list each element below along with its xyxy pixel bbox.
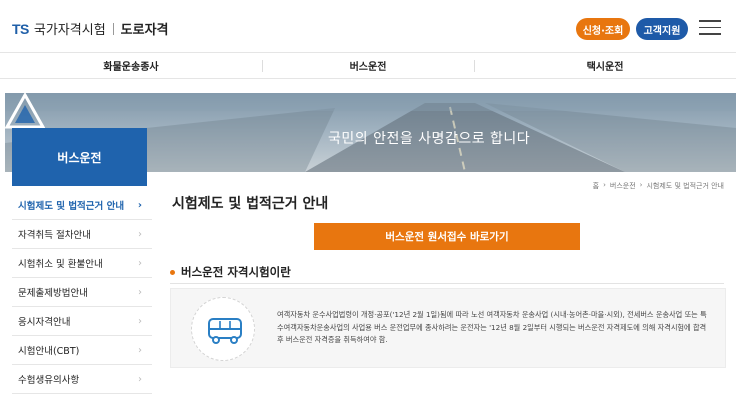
chevron-right-icon: › — [138, 374, 142, 385]
section-divider — [170, 283, 724, 284]
logo-subtitle: 도로자격 — [120, 23, 169, 38]
description-text: 여객자동차 운수사업법령이 개정·공포('12년 2월 1일)됨에 따라 노선 … — [277, 310, 707, 344]
sidebar-item-label: 시험취소 및 환불안내 — [18, 259, 103, 270]
logo-name: 국가자격시험 — [33, 23, 106, 38]
sidebar-item-label: 시험제도 및 법적근거 안내 — [18, 201, 125, 212]
logo-divider — [112, 22, 114, 35]
site-logo[interactable]: TS 국가자격시험 도로자격 — [12, 19, 169, 39]
hamburger-icon[interactable] — [699, 20, 721, 36]
bus-icon-badge — [191, 297, 255, 361]
chevron-right-icon: › — [138, 258, 142, 269]
triangle-logo-icon — [5, 93, 45, 129]
sidebar-item-refund[interactable]: 시험취소 및 환불안내 › — [12, 249, 152, 278]
bullet-dot-icon — [170, 269, 175, 275]
info-box: 여객자동차 운수사업법령이 개정·공포('12년 2월 1일)됨에 따라 노선 … — [170, 288, 726, 368]
chevron-right-icon: › — [137, 200, 142, 211]
logo-mark: TS — [12, 20, 29, 37]
breadcrumb-separator: › — [603, 181, 606, 189]
breadcrumb-current: 시험제도 및 법적근거 안내 — [646, 182, 724, 190]
bus-icon — [208, 318, 242, 344]
sidebar-title: 버스운전 — [12, 128, 147, 186]
nav-item-cargo[interactable]: 화물운송종사 — [0, 53, 262, 78]
breadcrumb: 홈 › 버스운전 › 시험제도 및 법적근거 안내 — [593, 181, 724, 191]
apply-lookup-button[interactable]: 신청·조회 — [576, 18, 630, 40]
top-nav: 화물운송종사 버스운전 택시운전 — [0, 52, 736, 79]
sidebar-item-cbt[interactable]: 시험안내(CBT) › — [12, 336, 152, 365]
nav-item-bus[interactable]: 버스운전 — [262, 53, 474, 78]
breadcrumb-home[interactable]: 홈 — [593, 181, 599, 191]
section-heading: 버스운전 자격시험이란 — [170, 264, 291, 280]
bus-apply-shortcut-button[interactable]: 버스운전 원서접수 바로가기 — [314, 223, 580, 250]
sidebar-item-label: 시험안내(CBT) — [18, 346, 80, 357]
customer-support-button[interactable]: 고객지원 — [636, 18, 688, 40]
sidebar-item-label: 문제출제방법안내 — [18, 288, 88, 299]
sidebar-item-eligibility[interactable]: 응시자격안내 › — [12, 307, 152, 336]
sidebar-item-question-method[interactable]: 문제출제방법안내 › — [12, 278, 152, 307]
page-title: 시험제도 및 법적근거 안내 — [172, 196, 329, 212]
banner-slogan: 국민의 안전을 사명감으로 합니다 — [328, 131, 531, 147]
breadcrumb-section[interactable]: 버스운전 — [610, 181, 636, 191]
sidebar-item-exam-system[interactable]: 시험제도 및 법적근거 안내 › — [12, 191, 152, 220]
section-title: 버스운전 자격시험이란 — [181, 265, 291, 279]
sidebar-menu: 시험제도 및 법적근거 안내 › 자격취득 절차안내 › 시험취소 및 환불안내… — [12, 191, 152, 394]
chevron-right-icon: › — [138, 345, 142, 356]
chevron-right-icon: › — [138, 229, 142, 240]
breadcrumb-separator: › — [639, 181, 643, 189]
sidebar-item-label: 응시자격안내 — [18, 317, 71, 328]
nav-item-taxi[interactable]: 택시운전 — [474, 53, 736, 78]
sidebar-item-label: 수험생유의사항 — [18, 375, 80, 386]
chevron-right-icon: › — [138, 287, 142, 298]
sidebar-item-notes[interactable]: 수험생유의사항 › — [12, 365, 152, 394]
chevron-right-icon: › — [138, 316, 142, 327]
site-header: TS 국가자격시험 도로자격 신청·조회 고객지원 — [0, 0, 736, 52]
sidebar-item-label: 자격취득 절차안내 — [18, 230, 91, 241]
sidebar-item-procedure[interactable]: 자격취득 절차안내 › — [12, 220, 152, 249]
